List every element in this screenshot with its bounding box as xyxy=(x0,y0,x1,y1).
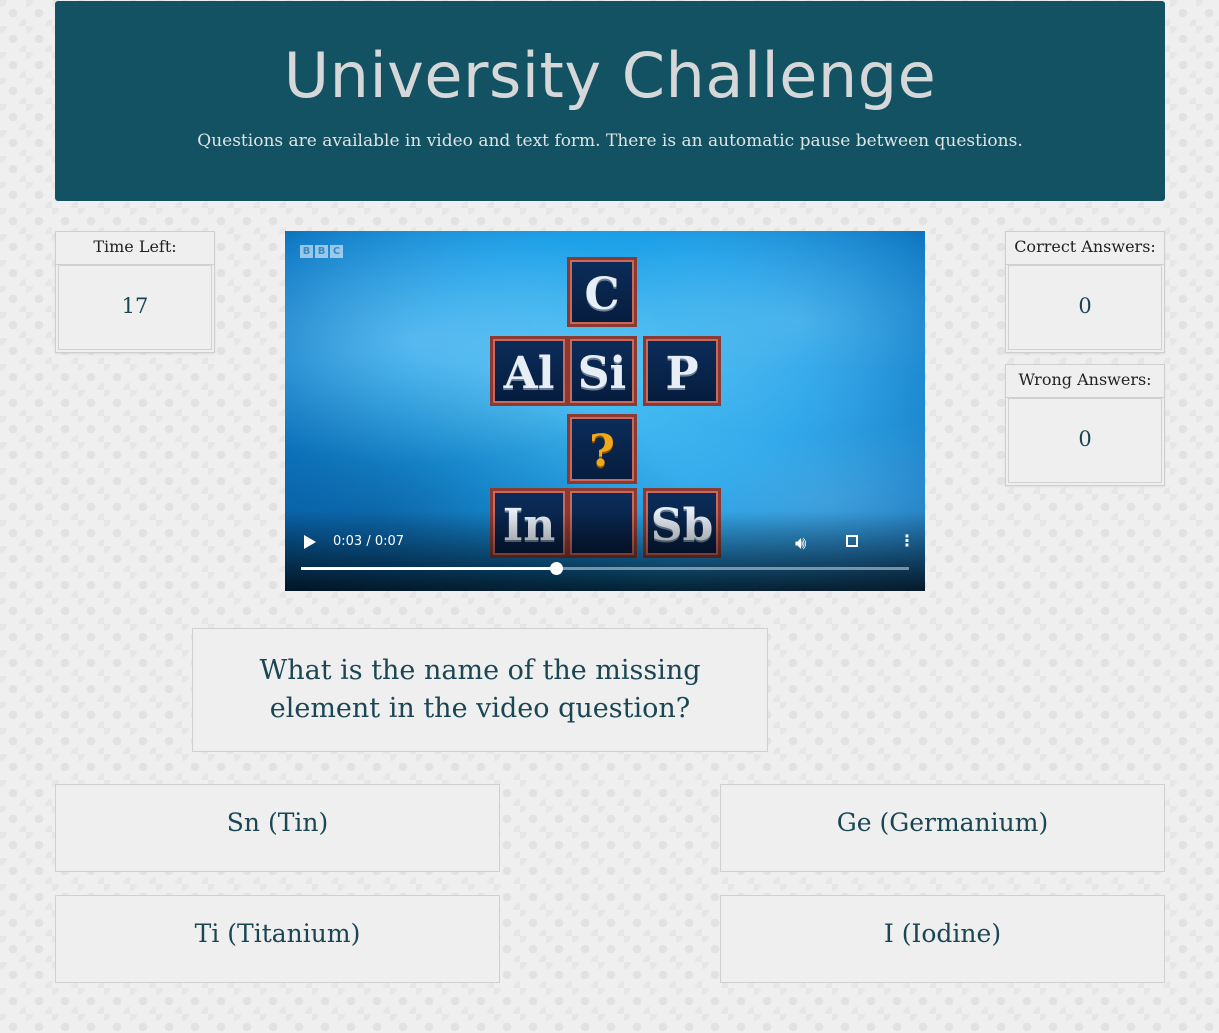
question-text: What is the name of the missing element … xyxy=(259,655,701,724)
element-tile: Si xyxy=(567,336,637,406)
video-progress-fill xyxy=(301,567,556,570)
wrong-answers-value: 0 xyxy=(1008,398,1162,483)
correct-answers-label: Correct Answers: xyxy=(1006,232,1164,265)
element-tile-missing: ? xyxy=(567,414,637,484)
bbc-logo-letter: C xyxy=(330,245,343,258)
video-progress-bar[interactable] xyxy=(301,562,909,575)
bbc-logo-letter: B xyxy=(315,245,328,258)
time-left-label: Time Left: xyxy=(56,232,214,265)
page-title: University Challenge xyxy=(283,39,937,112)
video-player[interactable]: B B C C Al Si P ? In Sb 0:03 / 0:07 🔊︎ ⋮ xyxy=(285,231,925,591)
more-options-icon[interactable]: ⋮ xyxy=(899,533,915,549)
wrong-answers-label: Wrong Answers: xyxy=(1006,365,1164,398)
time-left-panel: Time Left: 17 xyxy=(55,231,215,353)
element-tile: P xyxy=(643,336,721,406)
time-left-value: 17 xyxy=(58,265,212,350)
wrong-answers-panel: Wrong Answers: 0 xyxy=(1005,364,1165,486)
answer-button[interactable]: Sn (Tin) xyxy=(55,784,500,872)
correct-answers-panel: Correct Answers: 0 xyxy=(1005,231,1165,353)
element-tile: Al xyxy=(490,336,568,406)
video-controls-overlay xyxy=(285,511,925,591)
correct-answers-value: 0 xyxy=(1008,265,1162,350)
bbc-logo-letter: B xyxy=(300,245,313,258)
bbc-logo: B B C xyxy=(300,245,343,258)
question-box: What is the name of the missing element … xyxy=(192,628,768,752)
volume-icon[interactable]: 🔊︎ xyxy=(795,533,806,554)
answer-button[interactable]: I (Iodine) xyxy=(720,895,1165,983)
answer-button[interactable]: Ge (Germanium) xyxy=(720,784,1165,872)
page-subtitle: Questions are available in video and tex… xyxy=(197,131,1023,151)
video-time-display: 0:03 / 0:07 xyxy=(333,534,405,549)
video-progress-thumb[interactable] xyxy=(550,562,563,575)
play-icon[interactable] xyxy=(304,535,316,549)
answer-button[interactable]: Ti (Titanium) xyxy=(55,895,500,983)
element-tile: C xyxy=(567,257,637,327)
header-banner: University Challenge Questions are avail… xyxy=(55,1,1165,201)
fullscreen-icon[interactable] xyxy=(846,535,858,547)
